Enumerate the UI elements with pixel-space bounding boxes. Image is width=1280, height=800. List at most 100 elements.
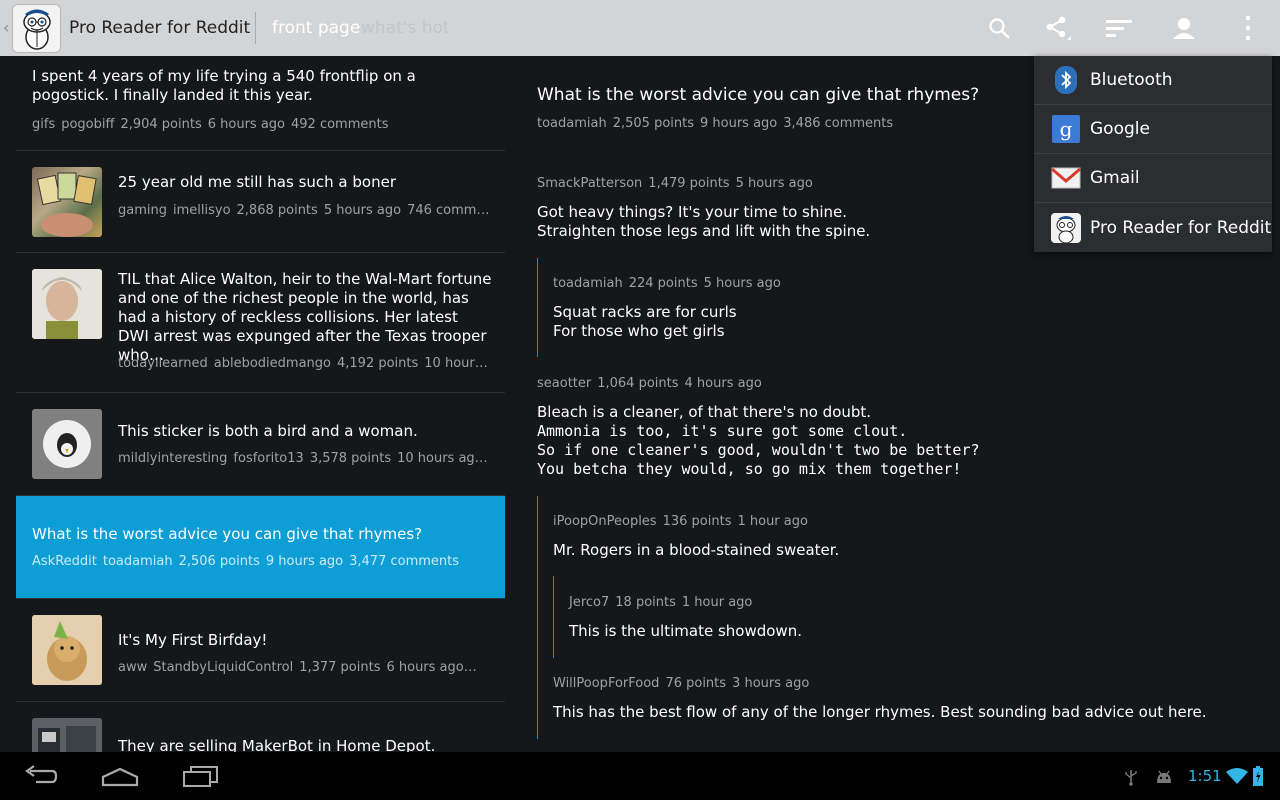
post-subreddit[interactable]: gaming <box>118 203 167 218</box>
comment-line: So if one cleaner's good, wouldn't two b… <box>537 441 980 459</box>
comment-line: Bleach is a cleaner, of that there's no … <box>537 403 872 421</box>
share-option-google[interactable]: g Google <box>1034 105 1272 154</box>
list-item[interactable]: TIL that Alice Walton, heir to the Wal-M… <box>16 253 505 393</box>
share-option-label: Gmail <box>1090 168 1140 188</box>
action-bar: ‹ Pro Reader for Reddit front page what'… <box>0 0 1280 56</box>
comment-points: 224 points <box>628 276 698 291</box>
tab-front-page[interactable]: front page <box>272 18 360 38</box>
share-option-pro-reader[interactable]: Pro Reader for Reddit <box>1034 203 1272 252</box>
thread-age: 9 hours ago <box>700 116 778 131</box>
list-item[interactable]: 25 year old me still has such a boner ga… <box>16 151 505 253</box>
comment-author[interactable]: seaotter <box>537 376 591 391</box>
post-thumbnail[interactable] <box>32 718 102 752</box>
post-age: 6 hours ago <box>207 117 285 132</box>
post-subreddit[interactable]: gifs <box>32 117 55 132</box>
reply-indent-line <box>537 496 538 739</box>
clock: 1:51 <box>1188 767 1222 785</box>
list-item[interactable]: They are selling MakerBot in Home Depot. <box>16 702 505 752</box>
up-caret-icon[interactable]: ‹ <box>3 18 9 37</box>
reply-indent-line <box>553 576 554 658</box>
post-points: 2,506 points <box>178 554 260 569</box>
comment-author[interactable]: iPoopOnPeoples <box>553 514 657 529</box>
comment-age: 1 hour ago <box>737 514 808 529</box>
comment-author[interactable]: WillPoopForFood <box>553 676 659 691</box>
comment-meta: WillPoopForFood 76 points 3 hours ago <box>553 676 815 691</box>
share-menu: Bluetooth g Google Gmail Pro Reader for … <box>1034 56 1272 252</box>
post-thumbnail[interactable] <box>32 269 102 339</box>
post-comments[interactable]: 492 comments <box>291 117 388 132</box>
post-thumbnail[interactable] <box>32 409 102 479</box>
comment-age: 3 hours ago <box>732 676 810 691</box>
post-meta: mildlyinteresting fosforito13 3,578 points… <box>118 451 490 466</box>
post-title: 25 year old me still has such a boner <box>118 173 396 191</box>
post-subreddit[interactable]: mildlyinteresting <box>118 451 227 466</box>
comment-author[interactable]: Jerco7 <box>569 595 609 610</box>
thread-meta: toadamiah 2,505 points 9 hours ago 3,486 co… <box>537 116 899 131</box>
post-comments[interactable]: 746 commen… <box>407 203 490 218</box>
post-author[interactable]: ablebodiedmango <box>214 356 331 371</box>
post-author[interactable]: fosforito13 <box>233 451 303 466</box>
overflow-menu-icon[interactable] <box>1232 12 1264 44</box>
share-option-label: Google <box>1090 119 1150 139</box>
pro-reader-icon <box>1050 212 1082 244</box>
app-logo-icon[interactable] <box>12 4 61 53</box>
system-nav-bar: 1:51 <box>0 752 1280 800</box>
post-points: 4,192 points <box>337 356 419 371</box>
comment-meta: SmackPatterson 1,479 points 5 hours ago <box>537 176 819 191</box>
list-item[interactable]: I spent 4 years of my life trying a 540 … <box>16 56 505 151</box>
comment-points: 76 points <box>665 676 727 691</box>
thread-author[interactable]: toadamiah <box>537 116 607 131</box>
recent-apps-button[interactable] <box>170 760 230 792</box>
comment-body[interactable]: Bleach is a cleaner, of that there's no … <box>537 403 980 479</box>
comment-author[interactable]: toadamiah <box>553 276 623 291</box>
comment-age: 5 hours ago <box>703 276 781 291</box>
post-comments[interactable]: 3,477 comments <box>349 554 459 569</box>
post-meta: todayilearned ablebodiedmango 4,192 points… <box>118 356 490 371</box>
comment-body[interactable]: Squat racks are for curls For those who … <box>553 303 737 341</box>
post-title: TIL that Alice Walton, heir to the Wal-M… <box>118 270 492 364</box>
actionbar-divider <box>255 12 256 44</box>
wifi-icon <box>1226 767 1248 789</box>
comment-line: Mr. Rogers in a blood-stained sweater. <box>553 541 840 559</box>
list-item[interactable]: It's My First Birfday! aww StandbyLiquidC… <box>16 599 505 702</box>
comment-body[interactable]: This is the ultimate showdown. <box>569 622 802 641</box>
share-option-bluetooth[interactable]: Bluetooth <box>1034 56 1272 105</box>
post-meta: gifs pogobiff 2,904 points 6 hours ago 492 c… <box>32 117 492 132</box>
list-item[interactable]: This sticker is both a bird and a woman.… <box>16 393 505 496</box>
app-title: Pro Reader for Reddit <box>69 18 251 38</box>
post-subreddit[interactable]: todayilearned <box>118 356 208 371</box>
comment-meta: Jerco7 18 points 1 hour ago <box>569 595 758 610</box>
post-title: I spent 4 years of my life trying a 540 … <box>32 67 416 104</box>
comment-points: 18 points <box>615 595 676 610</box>
post-subreddit[interactable]: AskReddit <box>32 554 97 569</box>
post-meta: AskReddit toadamiah 2,506 points 9 hours ag… <box>32 554 492 569</box>
account-icon[interactable] <box>1168 12 1200 44</box>
post-age: 10 hours a… <box>424 356 490 371</box>
share-option-gmail[interactable]: Gmail <box>1034 154 1272 203</box>
home-button[interactable] <box>90 760 150 792</box>
post-author[interactable]: StandbyLiquidControl <box>153 660 293 675</box>
back-button[interactable] <box>10 760 70 792</box>
post-thumbnail[interactable] <box>32 615 102 685</box>
tab-whats-hot[interactable]: what's hot <box>361 18 450 38</box>
comment-body[interactable]: Got heavy things? It's your time to shin… <box>537 203 870 241</box>
post-author[interactable]: pogobiff <box>61 117 114 132</box>
share-option-label: Bluetooth <box>1090 70 1173 90</box>
search-icon[interactable] <box>983 12 1015 44</box>
comment-body[interactable]: Mr. Rogers in a blood-stained sweater. <box>553 541 839 560</box>
comment-meta: toadamiah 224 points 5 hours ago <box>553 276 787 291</box>
post-meta: aww StandbyLiquidControl 1,377 points 6 hou… <box>118 660 490 675</box>
comment-line: Got heavy things? It's your time to shin… <box>537 203 848 221</box>
comment-body[interactable]: This has the best flow of any of the lon… <box>553 703 1207 722</box>
post-subreddit[interactable]: aww <box>118 660 147 675</box>
post-author[interactable]: imellisyo <box>173 203 231 218</box>
comment-line: This is the ultimate showdown. <box>569 622 802 640</box>
list-item-selected[interactable]: What is the worst advice you can give th… <box>16 496 505 599</box>
comment-author[interactable]: SmackPatterson <box>537 176 642 191</box>
post-thumbnail[interactable] <box>32 167 102 237</box>
share-icon[interactable] <box>1041 12 1073 44</box>
sort-icon[interactable] <box>1103 12 1135 44</box>
comment-line: For those who get girls <box>553 322 725 340</box>
comment-age: 5 hours ago <box>735 176 813 191</box>
post-author[interactable]: toadamiah <box>103 554 173 569</box>
